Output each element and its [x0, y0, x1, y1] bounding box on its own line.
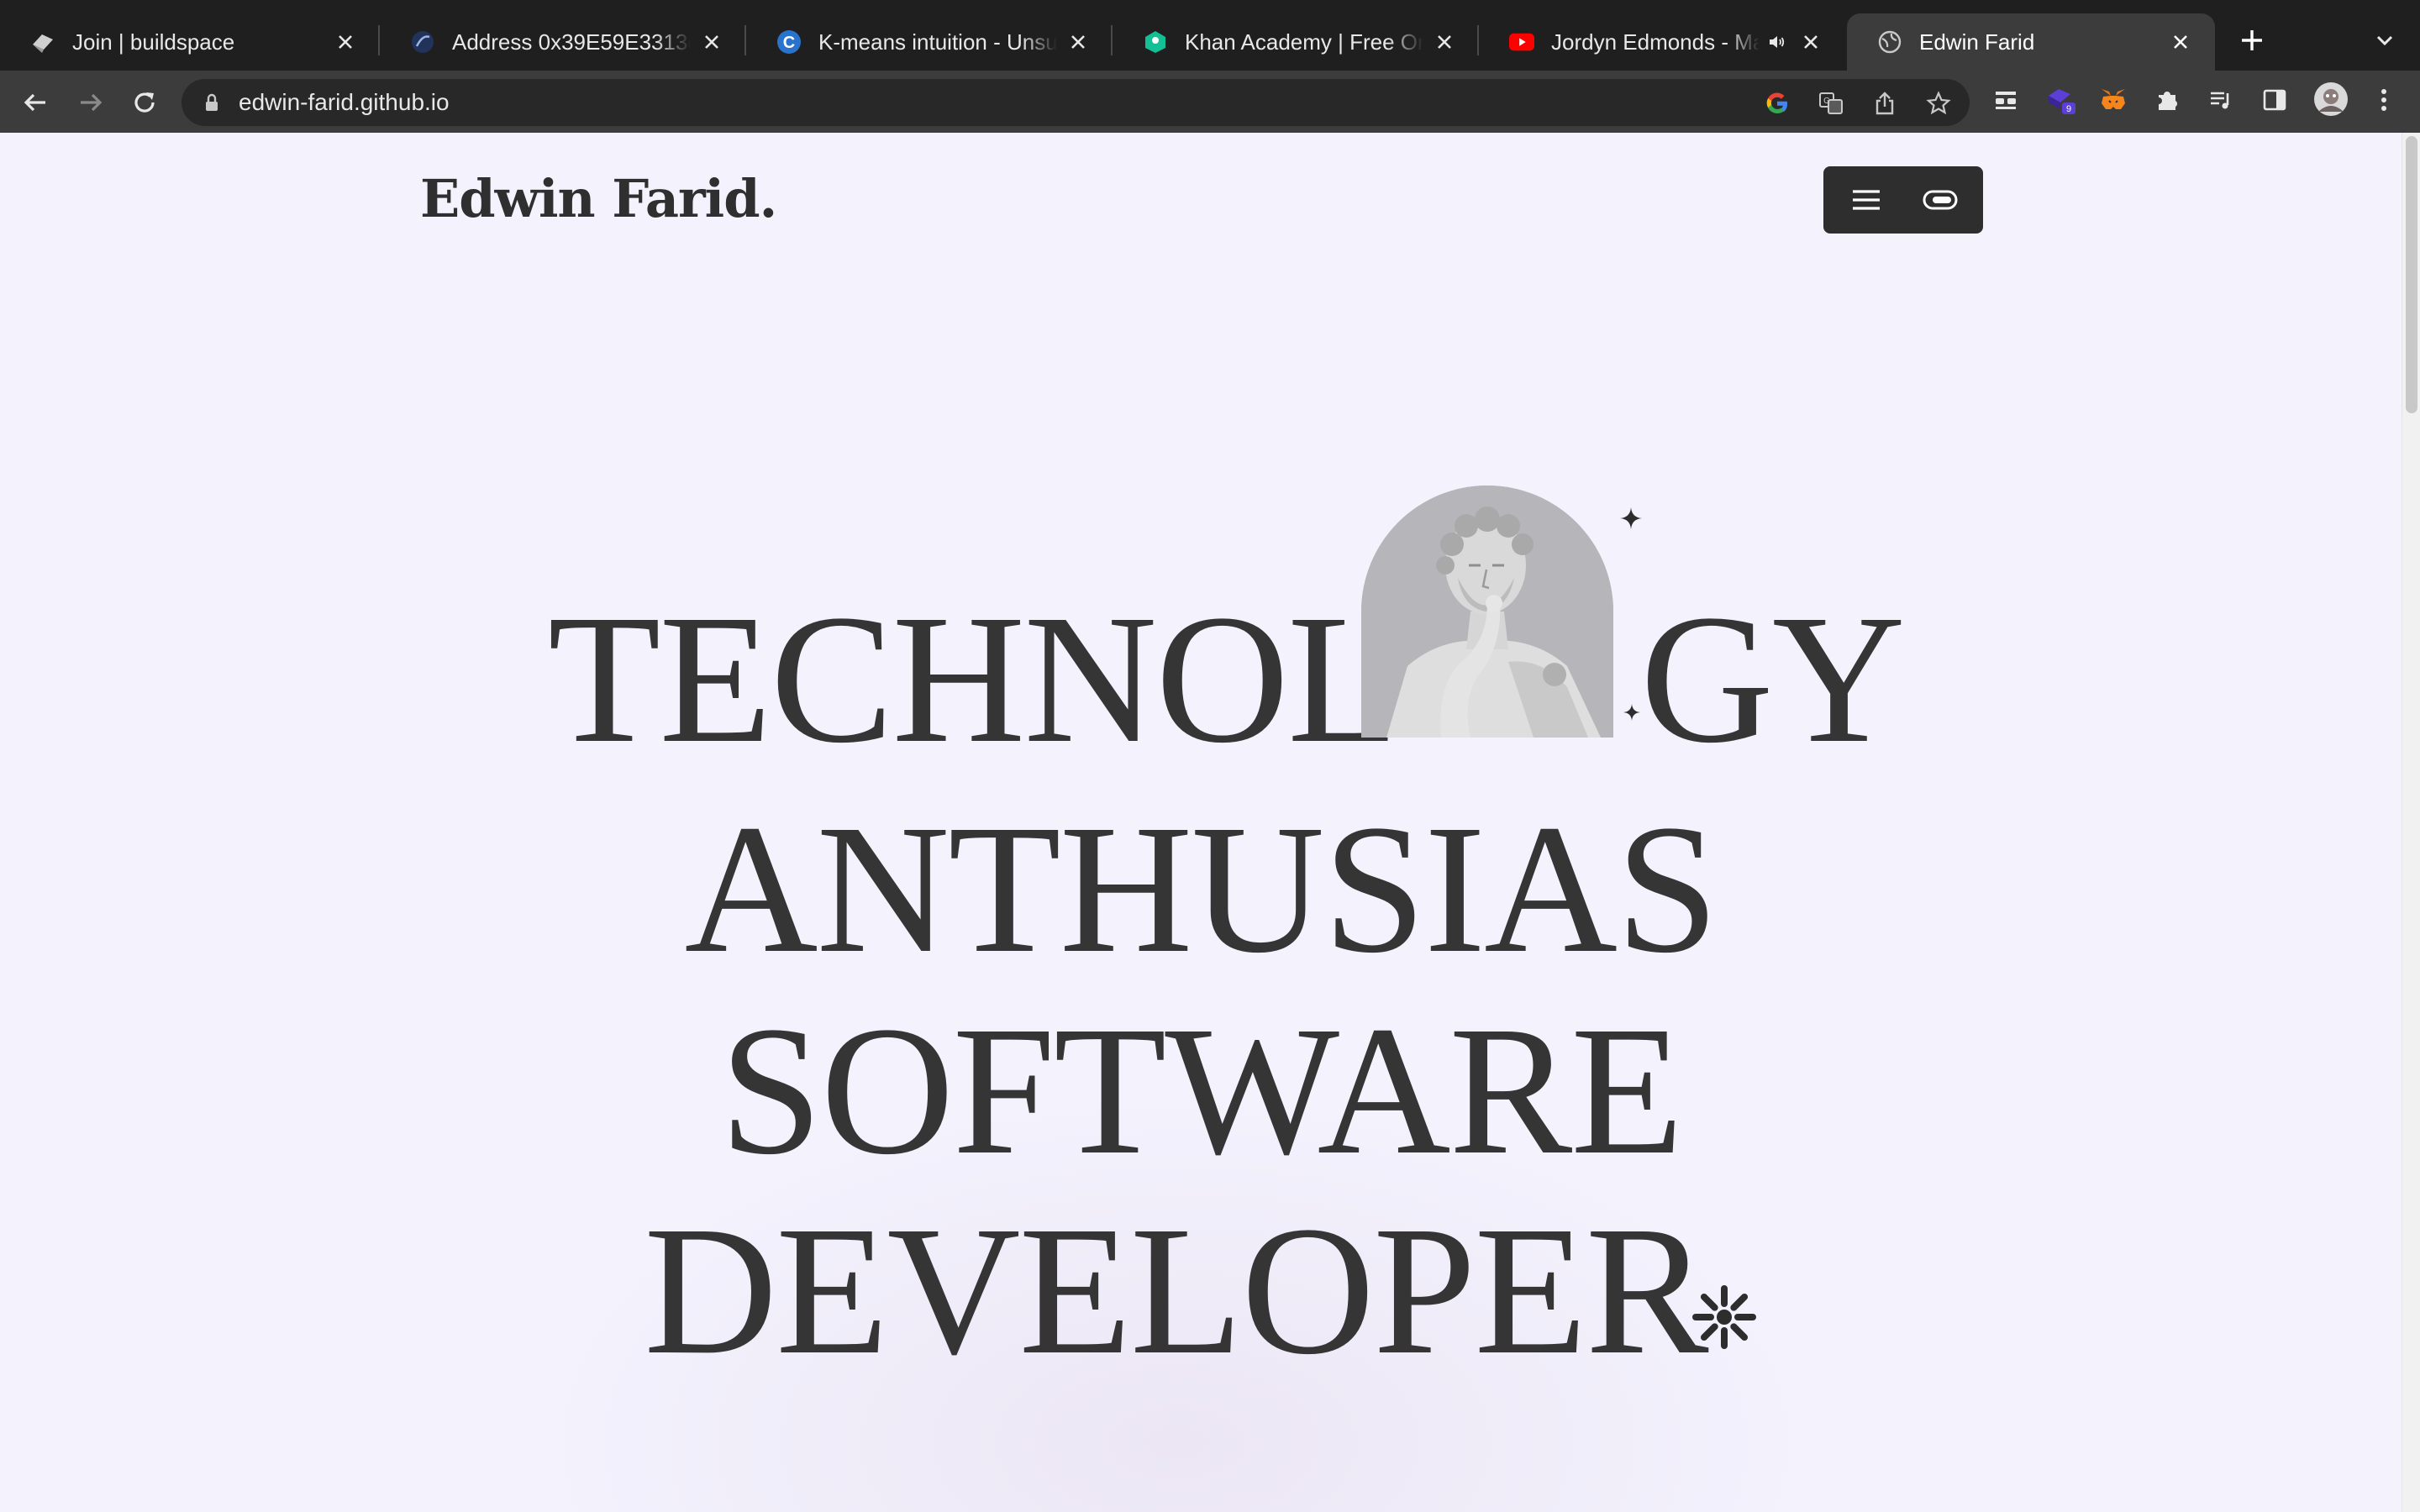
back-arrow-icon[interactable] — [18, 86, 52, 119]
etherscan-icon — [410, 29, 435, 55]
page-content: Edwin Farid. TECHNOL GY ANTHUSIAS SOFTWA… — [0, 133, 2402, 1512]
tab-title: Edwin Farid — [1919, 29, 2035, 55]
hero-word-gy: GY — [1640, 576, 1906, 781]
tab-buildspace[interactable]: Join | buildspace — [0, 13, 380, 71]
tab-title: Address 0x39E59E3313d7f — [452, 29, 691, 55]
bookmark-star-icon[interactable] — [1924, 89, 1953, 118]
scrollbar-thumb[interactable] — [2406, 136, 2417, 413]
media-playlist-icon[interactable] — [2205, 84, 2237, 116]
sparkle-icon — [1623, 704, 1640, 721]
puzzle-extensions-icon[interactable] — [2151, 84, 2183, 116]
sparkle-icon — [1620, 507, 1642, 529]
speaker-icon[interactable] — [1765, 29, 1790, 55]
close-tab-icon[interactable] — [1798, 29, 1823, 55]
metamask-fox-icon[interactable] — [2097, 84, 2129, 116]
close-tab-icon[interactable] — [333, 29, 358, 55]
svg-text:G: G — [1823, 97, 1830, 106]
close-tab-icon[interactable] — [1432, 29, 1457, 55]
tab-youtube[interactable]: Jordyn Edmonds - Mad — [1479, 13, 1845, 71]
reload-icon[interactable] — [128, 86, 161, 119]
url-text[interactable]: edwin-farid.github.io — [239, 89, 450, 116]
close-tab-icon[interactable] — [1065, 29, 1091, 55]
svg-text:9: 9 — [2066, 104, 2071, 114]
site-logo[interactable]: Edwin Farid. — [420, 168, 777, 229]
profile-avatar[interactable] — [2312, 81, 2349, 118]
hero-line-software: SOFTWARE — [719, 988, 1683, 1193]
theme-toggle-icon[interactable] — [1921, 181, 1960, 218]
hero-line-developer: DEVELOPER — [644, 1188, 1708, 1393]
tab-title: Join | buildspace — [72, 29, 235, 55]
tab-etherscan[interactable]: Address 0x39E59E3313d7f — [380, 13, 746, 71]
chrome-menu-kebab-icon[interactable] — [2368, 84, 2400, 116]
close-tab-icon[interactable] — [699, 29, 724, 55]
address-bar[interactable]: edwin-farid.github.io G — [182, 79, 1970, 126]
globe-icon — [1877, 29, 1902, 55]
tab-title: Jordyn Edmonds - Mad — [1551, 29, 1760, 55]
site-controls — [1823, 166, 1983, 234]
browser-tab-strip: Join | buildspace Address 0x39E59E3313d7… — [0, 0, 2420, 71]
tab-khan-academy[interactable]: Khan Academy | Free Online — [1113, 13, 1479, 71]
tab-coursera[interactable]: C K-means intuition - Unsuperv — [746, 13, 1113, 71]
asterisk-flower-icon — [1692, 1285, 1756, 1349]
hero-line-anthusias: ANTHUSIAS — [684, 786, 1719, 991]
translate-icon[interactable]: G — [1817, 89, 1845, 118]
side-panel-icon[interactable] — [2259, 84, 2291, 116]
tab-title: K-means intuition - Unsuperv — [818, 29, 1057, 55]
lock-icon[interactable] — [202, 92, 222, 113]
tab-title: Khan Academy | Free Online — [1185, 29, 1423, 55]
page-scrollbar[interactable] — [2402, 133, 2420, 1512]
new-tab-icon[interactable] — [2235, 24, 2269, 57]
khan-academy-icon — [1143, 29, 1168, 55]
forward-arrow-icon[interactable] — [74, 86, 108, 119]
close-tab-icon[interactable] — [2168, 29, 2193, 55]
share-icon[interactable] — [1870, 89, 1899, 118]
hamburger-menu-icon[interactable] — [1847, 181, 1886, 218]
tab-edwin-farid[interactable]: Edwin Farid — [1847, 13, 2215, 71]
tab-search-chevron-icon[interactable] — [2370, 25, 2400, 55]
glasses-extension-icon[interactable] — [1990, 84, 2022, 116]
nft-extension-icon[interactable]: 9 — [2045, 84, 2077, 116]
buildspace-icon — [30, 29, 55, 55]
hero-word-technol: TECHNOL — [548, 576, 1401, 781]
youtube-icon — [1509, 29, 1534, 55]
statue-image — [1361, 486, 1613, 738]
google-icon[interactable] — [1763, 89, 1791, 118]
coursera-icon: C — [776, 29, 802, 55]
svg-text:C: C — [783, 34, 795, 52]
